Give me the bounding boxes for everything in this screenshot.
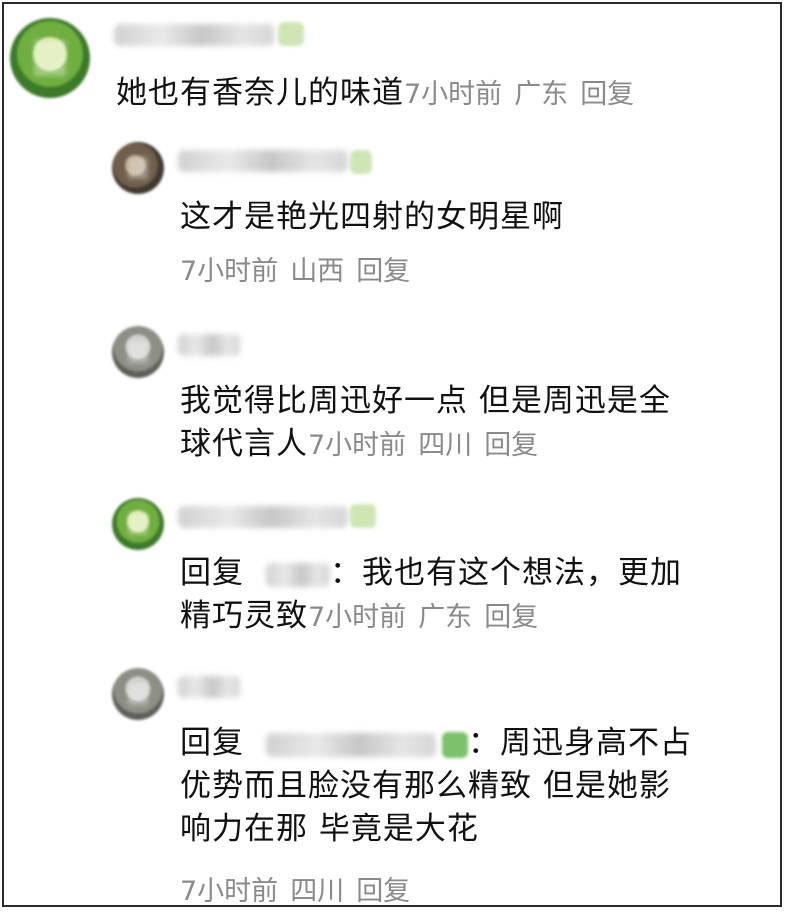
comment-4: 回复 ：我也有这个想法，更加 精巧灵致7小时前 广东 回复 xyxy=(180,552,682,639)
comment-meta: 7小时前 广东 回复 xyxy=(404,79,646,110)
reply-button[interactable]: 回复 xyxy=(484,602,538,633)
username-blurred[interactable] xyxy=(178,150,348,172)
user-avatar[interactable] xyxy=(10,18,90,98)
reply-prefix: 回复 xyxy=(180,725,244,761)
comment-time: 7小时前 xyxy=(180,876,279,907)
comment-location: 广东 xyxy=(514,79,569,110)
comment-thread-panel: 她也有香奈儿的味道7小时前 广东 回复 这才是艳光四射的女明星啊 7小时前 山西 回复 … xyxy=(2,2,782,907)
comment-meta: 7小时前 四川 回复 xyxy=(308,430,550,461)
comment-time: 7小时前 xyxy=(308,602,407,633)
comment-time: 7小时前 xyxy=(308,430,407,461)
comment-location: 四川 xyxy=(418,430,473,461)
user-avatar[interactable] xyxy=(112,668,164,720)
reply-button[interactable]: 回复 xyxy=(484,430,538,461)
reply-prefix: 回复 xyxy=(180,555,244,591)
comment-3: 我觉得比周迅好一点 但是周迅是全 球代言人7小时前 四川 回复 xyxy=(180,380,671,467)
username-blurred[interactable] xyxy=(178,506,348,528)
comment-meta: 7小时前 广东 回复 xyxy=(308,602,550,633)
comment-text-line: 响力在那 毕竟是大花 xyxy=(180,811,479,847)
comment-text: ：我也有这个想法，更加 xyxy=(330,555,682,591)
reply-button[interactable]: 回复 xyxy=(356,876,410,907)
mentioned-username-blurred[interactable] xyxy=(266,562,330,587)
comment-location: 山西 xyxy=(290,256,345,287)
comment-text: 她也有香奈儿的味道 xyxy=(116,75,404,111)
user-avatar[interactable] xyxy=(112,142,164,194)
comment-location: 广东 xyxy=(418,602,473,633)
comment-text-line: 精巧灵致7小时前 广东 回复 xyxy=(180,595,682,639)
comment-text-line: 球代言人7小时前 四川 回复 xyxy=(180,423,671,467)
username-blurred[interactable] xyxy=(178,334,240,356)
comment-text: 精巧灵致 xyxy=(180,598,308,634)
user-badge-icon xyxy=(350,504,376,528)
user-avatar[interactable] xyxy=(112,326,164,378)
username-blurred[interactable] xyxy=(178,676,240,698)
comment-meta: 7小时前 四川 回复 xyxy=(180,870,422,913)
comment-location: 四川 xyxy=(290,876,345,907)
user-badge-icon xyxy=(278,22,304,46)
mentioned-username-blurred[interactable] xyxy=(266,732,436,757)
username-blurred[interactable] xyxy=(114,24,274,46)
comment-5: 回复 ：周迅身高不占 优势而且脸没有那么精致 但是她影 响力在那 毕竟是大花 xyxy=(180,722,692,851)
user-badge-icon xyxy=(442,731,468,758)
comment-text-line: 回复 ：我也有这个想法，更加 xyxy=(180,552,682,595)
comment-text-line: 我觉得比周迅好一点 但是周迅是全 xyxy=(180,383,671,419)
user-badge-icon xyxy=(350,150,372,174)
comment-text-line: 回复 ：周迅身高不占 xyxy=(180,722,692,765)
comment-text: 这才是艳光四射的女明星啊 xyxy=(180,199,564,235)
comment-meta: 7小时前 山西 回复 xyxy=(180,250,422,293)
comment-1: 她也有香奈儿的味道7小时前 广东 回复 xyxy=(116,72,646,116)
reply-button[interactable]: 回复 xyxy=(580,79,634,110)
comment-time: 7小时前 xyxy=(404,79,503,110)
comment-2: 这才是艳光四射的女明星啊 xyxy=(180,196,564,239)
user-avatar[interactable] xyxy=(112,498,164,550)
reply-button[interactable]: 回复 xyxy=(356,256,410,287)
comment-text-line: 优势而且脸没有那么精致 但是她影 xyxy=(180,768,671,804)
comment-text: ：周迅身高不占 xyxy=(468,725,692,761)
comment-text: 球代言人 xyxy=(180,426,308,462)
comment-time: 7小时前 xyxy=(180,256,279,287)
